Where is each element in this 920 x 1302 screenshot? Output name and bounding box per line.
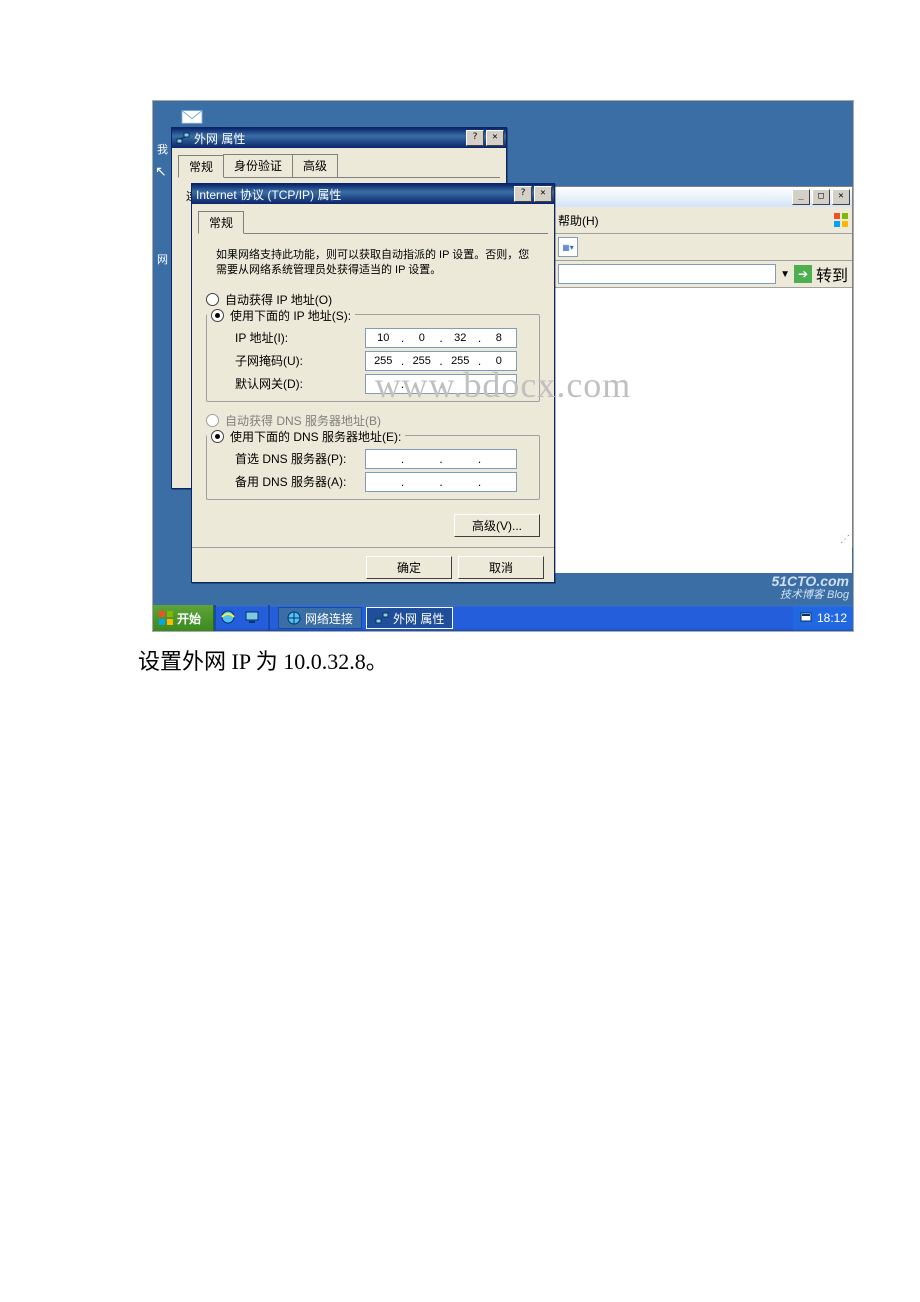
tab-advanced[interactable]: 高级	[292, 154, 338, 177]
task-prop-label: 外网 属性	[393, 610, 444, 627]
explorer-window: _ □ ✕ 帮助(H) ▦▾ ▼ ➔ 转到 ⋰	[553, 186, 853, 548]
dns1-label: 首选 DNS 服务器(P):	[235, 450, 365, 467]
corner-brand: 51CTO.com 技术博客 Blog	[771, 574, 849, 601]
radio-icon	[206, 293, 219, 306]
minimize-button[interactable]: _	[792, 189, 810, 205]
close-button[interactable]: ✕	[832, 189, 850, 205]
taskbar: 开始 网络连接 外网 属性 18:12	[153, 605, 853, 631]
task-net-label: 网络连接	[305, 610, 353, 627]
network-icon	[375, 611, 389, 625]
radio-icon	[206, 414, 219, 427]
tab-auth[interactable]: 身份验证	[223, 154, 293, 177]
tray-icon[interactable]	[799, 610, 813, 627]
network-icon	[176, 131, 190, 145]
help-button[interactable]: ?	[466, 130, 484, 146]
desktop-icon[interactable]	[244, 609, 260, 628]
maximize-button[interactable]: □	[812, 189, 830, 205]
help-button[interactable]: ?	[514, 186, 532, 202]
radio-icon	[211, 309, 224, 322]
resize-grip-icon[interactable]: ⋰	[840, 534, 850, 545]
ip-label: IP 地址(I):	[235, 329, 365, 346]
mask-label: 子网掩码(U):	[235, 352, 365, 369]
task-properties[interactable]: 外网 属性	[366, 607, 453, 629]
cursor-icon: ↖	[155, 163, 167, 180]
desktop-label-2: 网	[157, 251, 168, 267]
gateway-label: 默认网关(D):	[235, 375, 365, 392]
screenshot-container: ↖ 我 网 _ □ ✕ 帮助(H) ▦▾ ▼ ➔ 转到 ⋰	[152, 100, 854, 632]
desktop-mail-icon[interactable]	[181, 107, 205, 127]
task-network-connections[interactable]: 网络连接	[278, 607, 362, 629]
close-button[interactable]: ✕	[486, 130, 504, 146]
clock: 18:12	[817, 611, 847, 625]
info-note: 如果网络支持此功能，则可以获取自动指派的 IP 设置。否则，您需要从网络系统管理…	[216, 248, 540, 279]
windows-flag-icon	[159, 611, 173, 625]
brand-line2: 技术博客 Blog	[771, 589, 849, 601]
ie-icon[interactable]	[220, 609, 236, 628]
ok-button[interactable]: 确定	[366, 556, 452, 579]
dns1-input[interactable]: . . .	[365, 449, 517, 469]
desktop-label-1: 我	[157, 141, 168, 157]
address-input[interactable]	[558, 264, 776, 284]
document-caption: 设置外网 IP 为 10.0.32.8。	[138, 644, 920, 676]
tab-general[interactable]: 常规	[178, 155, 224, 178]
dns2-input[interactable]: . . .	[365, 472, 517, 492]
tcpip-title: Internet 协议 (TCP/IP) 属性	[196, 186, 341, 203]
radio-dns-manual[interactable]: 使用下面的 DNS 服务器地址(E):	[207, 428, 405, 445]
radio-ip-manual[interactable]: 使用下面的 IP 地址(S):	[207, 307, 355, 324]
brand-line1: 51CTO.com	[771, 574, 849, 589]
radio-ip-auto[interactable]: 自动获得 IP 地址(O)	[206, 291, 540, 308]
explorer-content	[554, 288, 852, 573]
radio-dns-manual-label: 使用下面的 DNS 服务器地址(E):	[230, 428, 401, 445]
cancel-button[interactable]: 取消	[458, 556, 544, 579]
radio-dns-auto-label: 自动获得 DNS 服务器地址(B)	[225, 412, 381, 429]
radio-icon	[211, 430, 224, 443]
close-button[interactable]: ✕	[534, 186, 552, 202]
go-button[interactable]: ➔	[794, 265, 812, 283]
tab-general[interactable]: 常规	[198, 211, 244, 234]
dns2-label: 备用 DNS 服务器(A):	[235, 473, 365, 490]
radio-ip-manual-label: 使用下面的 IP 地址(S):	[230, 307, 351, 324]
advanced-button[interactable]: 高级(V)...	[454, 514, 540, 537]
parent-title: 外网 属性	[194, 130, 245, 147]
help-menu[interactable]: 帮助(H)	[558, 212, 599, 229]
tcpip-dialog: Internet 协议 (TCP/IP) 属性 ? ✕ 常规 如果网络支持此功能…	[191, 183, 555, 583]
globe-icon	[287, 611, 301, 625]
start-label: 开始	[177, 610, 201, 627]
subnet-mask-input[interactable]: 255. 255. 255. 0	[365, 351, 517, 371]
ip-address-input[interactable]: 10. 0. 32. 8	[365, 328, 517, 348]
start-button[interactable]: 开始	[153, 605, 214, 631]
radio-ip-auto-label: 自动获得 IP 地址(O)	[225, 291, 332, 308]
views-button[interactable]: ▦▾	[558, 237, 578, 257]
system-tray: 18:12	[793, 605, 853, 631]
windows-flag-icon	[834, 213, 848, 227]
gateway-input[interactable]: . . .	[365, 374, 517, 394]
radio-dns-auto: 自动获得 DNS 服务器地址(B)	[206, 412, 540, 429]
go-label: 转到	[816, 262, 848, 286]
